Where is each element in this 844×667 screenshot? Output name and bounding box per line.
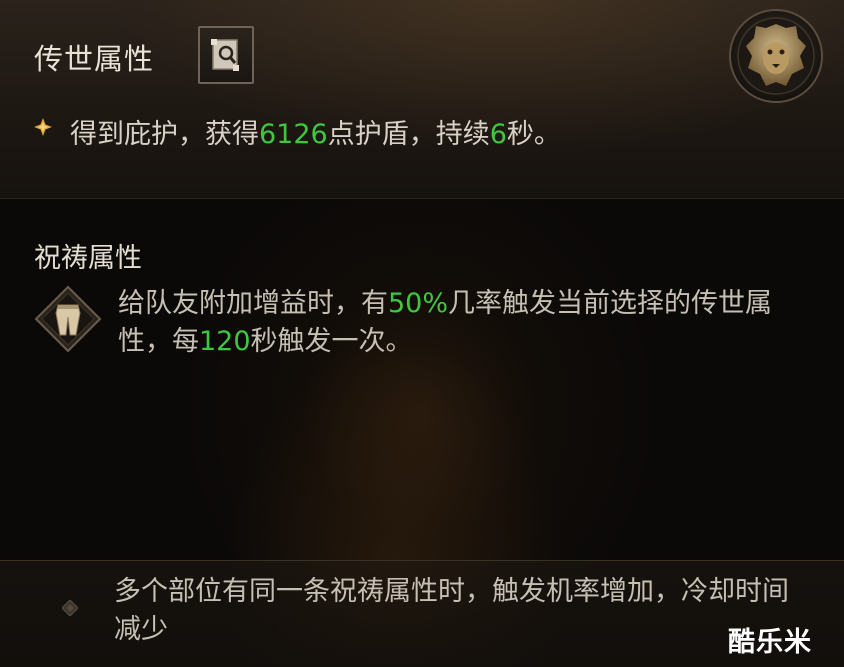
legendary-panel xyxy=(0,0,844,199)
prayer-description: 给队友附加增益时，有50%几率触发当前选择的传世属性，每120秒触发一次。 xyxy=(118,285,808,361)
pants-icon xyxy=(34,285,102,353)
legendary-title: 传世属性 xyxy=(34,42,155,76)
gold-diamond-icon xyxy=(34,118,52,136)
prayer-title: 祝祷属性 xyxy=(34,243,142,274)
prayer-desc-part1: 给队友附加增益时，有 xyxy=(118,288,388,319)
lion-head-emblem xyxy=(729,9,823,103)
effect-text: 得到庇护，获得6126点护盾，持续6秒。 xyxy=(70,112,561,151)
trigger-chance: 50% xyxy=(388,288,449,319)
stacking-note: 多个部位有同一条祝祷属性时，触发机率增加，冷却时间减少 xyxy=(114,576,789,645)
codex-lookup-icon xyxy=(211,39,239,71)
watermark-logo: 酷乐米 xyxy=(728,627,812,658)
small-diamond-icon xyxy=(62,600,78,616)
effect-suffix: 秒。 xyxy=(506,119,561,150)
cooldown-value: 120 xyxy=(199,326,251,357)
duration-value: 6 xyxy=(489,119,507,150)
effect-middle: 点护盾，持续 xyxy=(327,119,490,150)
codex-lookup-button[interactable] xyxy=(198,26,254,84)
shield-value: 6126 xyxy=(259,119,328,150)
prayer-desc-part3: 秒触发一次。 xyxy=(250,326,413,357)
effect-prefix: 得到庇护，获得 xyxy=(70,119,259,150)
